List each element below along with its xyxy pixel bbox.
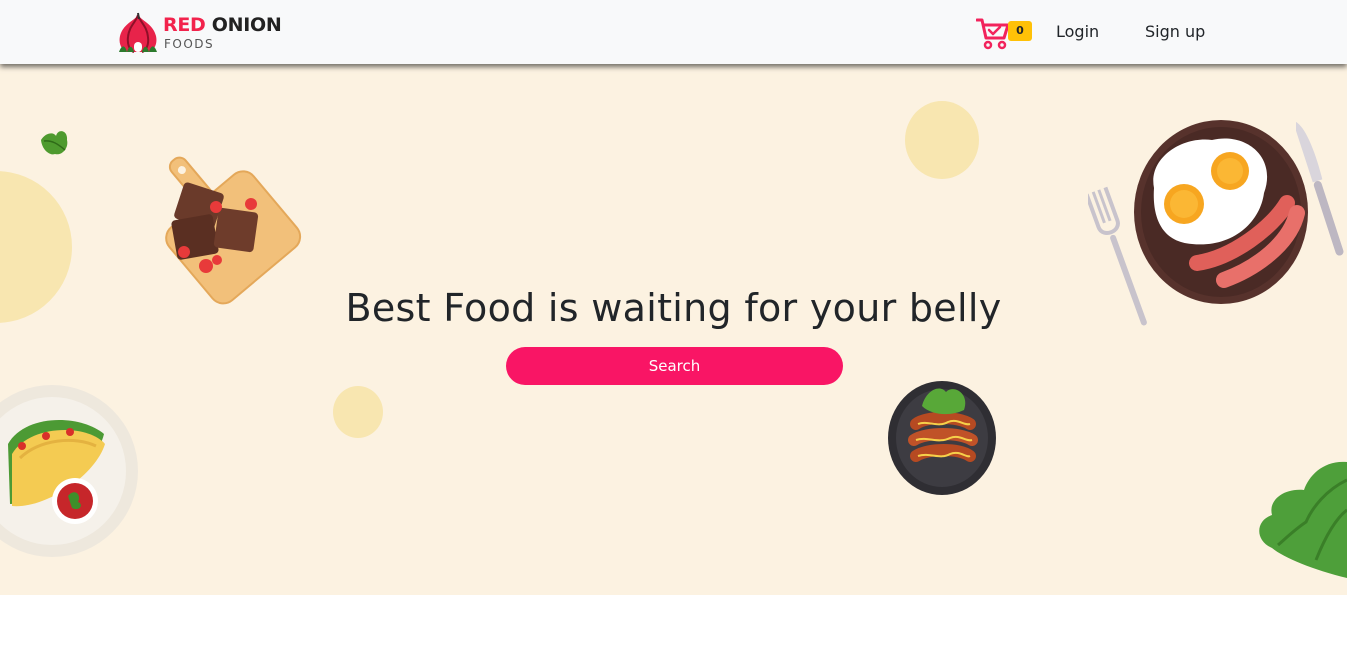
brand-name-red: RED: [163, 14, 206, 36]
shopping-cart-icon[interactable]: [976, 16, 1010, 50]
knife-illustration: [1296, 120, 1344, 256]
hero-title: Best Food is waiting for your belly: [345, 286, 1002, 330]
decorative-circle-top: [905, 101, 979, 179]
brand-name: RED ONION: [163, 14, 282, 36]
eggs-sausage-plate-illustration: [1134, 120, 1308, 304]
taco-plate-illustration: [0, 385, 138, 557]
cart-count-badge: 0: [1008, 21, 1032, 41]
decorative-circle-small: [333, 386, 383, 438]
onion-logo-icon: [119, 12, 157, 53]
login-link[interactable]: Login: [1056, 22, 1099, 42]
brand-logo[interactable]: RED ONION FOODS: [117, 11, 282, 53]
navbar: RED ONION FOODS 0 Login Sign up: [0, 0, 1347, 64]
brand-name-dark: ONION: [205, 14, 282, 36]
search-button[interactable]: Search: [506, 347, 843, 385]
brownie-board-illustration: [165, 156, 302, 305]
herb-leaf-icon: [41, 131, 68, 155]
lettuce-leaf-illustration: [1259, 461, 1347, 578]
signup-link[interactable]: Sign up: [1145, 22, 1205, 42]
hero-banner: Best Food is waiting for your belly Sear…: [0, 64, 1347, 595]
sausage-bowl-illustration: [888, 381, 996, 495]
brand-subtitle: FOODS: [164, 37, 215, 51]
